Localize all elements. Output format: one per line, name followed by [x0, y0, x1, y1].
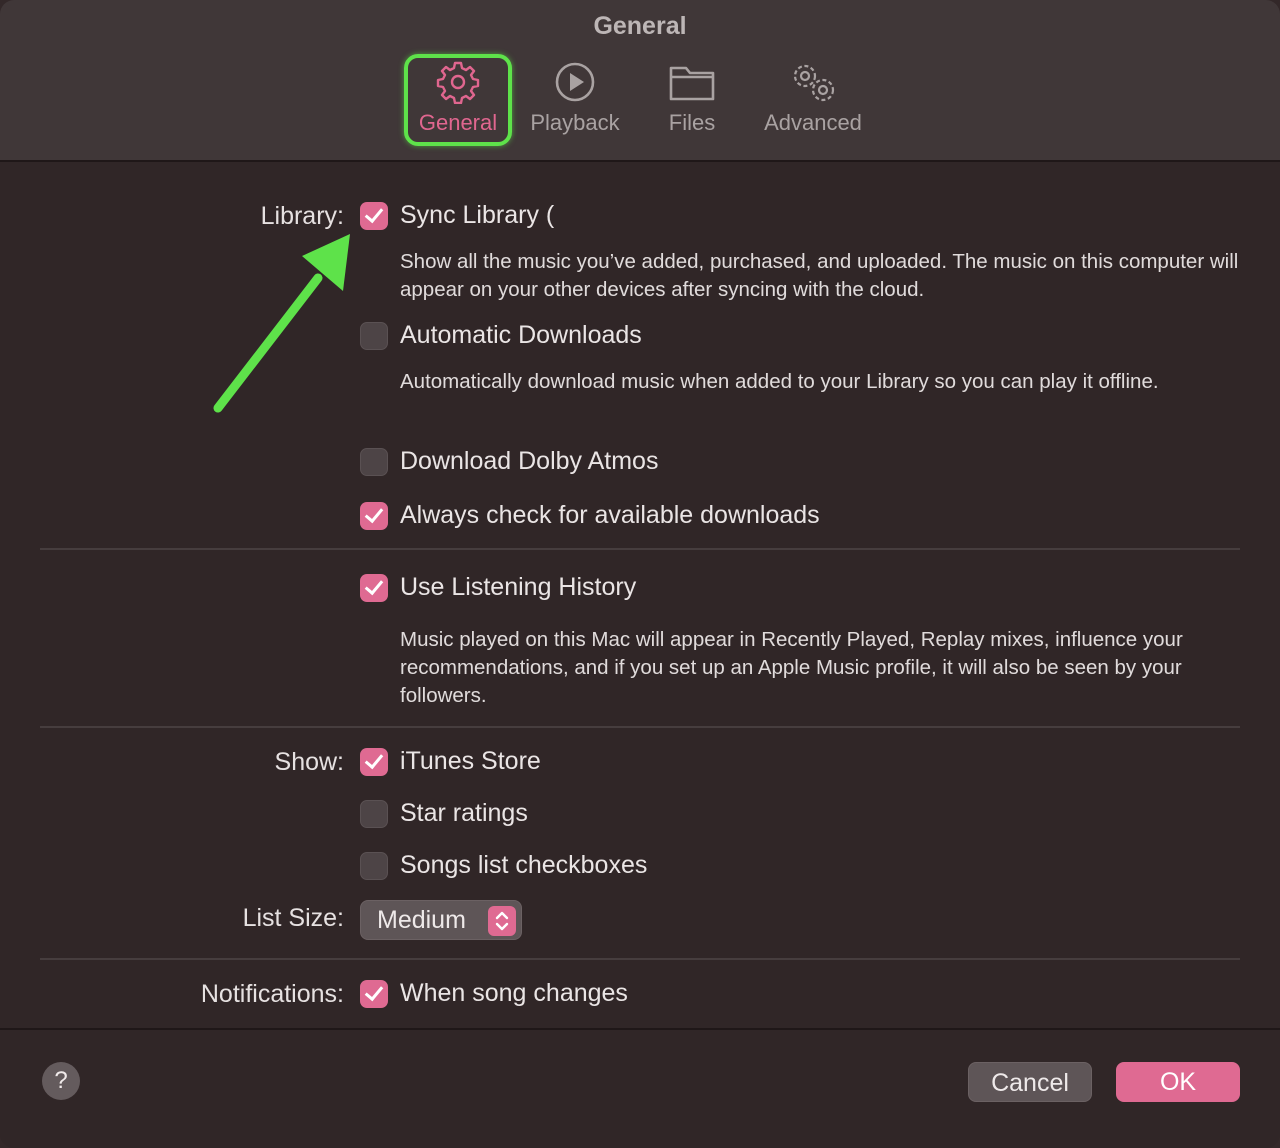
listening-history-label: Use Listening History: [400, 573, 637, 601]
folder-icon: [668, 60, 716, 109]
play-circle-icon: [553, 60, 597, 109]
dolby-atmos-checkbox[interactable]: [360, 448, 388, 476]
preferences-window: General General Playback Files Advanced …: [0, 0, 1280, 1148]
list-size-value: Medium: [377, 906, 466, 934]
tab-advanced[interactable]: Advanced: [756, 52, 870, 146]
listening-history-checkbox[interactable]: [360, 574, 388, 602]
when-song-changes-label: When song changes: [400, 979, 628, 1007]
toolbar: General General Playback Files Advanced: [0, 0, 1280, 162]
list-size-popup[interactable]: Medium: [360, 900, 522, 940]
sync-library-label: Sync Library (: [400, 201, 555, 229]
itunes-store-label: iTunes Store: [400, 747, 541, 775]
star-ratings-checkbox[interactable]: [360, 800, 388, 828]
annotation-arrow-icon: [213, 234, 350, 413]
notifications-label: Notifications:: [200, 980, 344, 1008]
tab-advanced-label: Advanced: [764, 110, 862, 135]
star-ratings-label: Star ratings: [400, 799, 528, 827]
footer-separator: [0, 1028, 1280, 1030]
show-label: Show:: [274, 748, 344, 776]
songs-list-checkboxes-checkbox[interactable]: [360, 852, 388, 880]
always-check-downloads-label: Always check for available downloads: [400, 501, 820, 529]
always-check-downloads-checkbox[interactable]: [360, 502, 388, 530]
cancel-button[interactable]: Cancel: [968, 1062, 1092, 1102]
sync-library-description: Show all the music you’ve added, purchas…: [400, 250, 1239, 301]
dolby-atmos-label: Download Dolby Atmos: [400, 447, 659, 475]
itunes-store-checkbox[interactable]: [360, 748, 388, 776]
gears-icon: [785, 60, 841, 111]
separator: [40, 958, 1240, 960]
tab-files[interactable]: Files: [650, 52, 734, 146]
tab-playback-label: Playback: [530, 110, 620, 135]
up-down-chevron-icon: [488, 906, 516, 936]
separator: [40, 548, 1240, 550]
when-song-changes-checkbox[interactable]: [360, 980, 388, 1008]
help-button[interactable]: ?: [42, 1062, 80, 1100]
annotation-highlight-box: [404, 54, 512, 146]
separator: [40, 726, 1240, 728]
automatic-downloads-label: Automatic Downloads: [400, 321, 642, 349]
settings-content: Library: Sync Library ( Show all the mus…: [0, 162, 1280, 1028]
automatic-downloads-description: Automatically download music when added …: [400, 370, 1159, 393]
songs-list-checkboxes-label: Songs list checkboxes: [400, 851, 648, 879]
tab-playback[interactable]: Playback: [522, 52, 628, 146]
list-size-label: List Size:: [242, 904, 344, 932]
ok-button[interactable]: OK: [1116, 1062, 1240, 1102]
listening-history-description: Music played on this Mac will appear in …: [400, 628, 1183, 707]
tab-files-label: Files: [668, 110, 716, 135]
window-title: General: [593, 12, 687, 40]
